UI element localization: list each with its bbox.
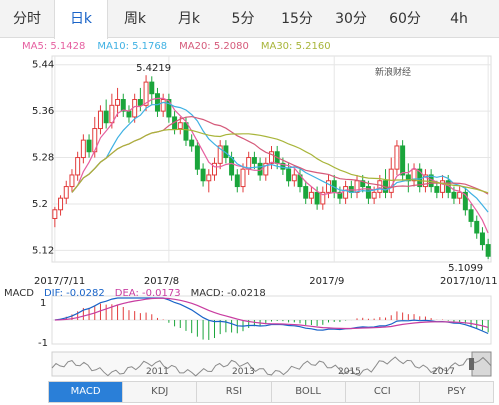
tab-boll[interactable]: BOLL [272, 382, 346, 402]
candle [97, 105, 103, 135]
candle [308, 186, 314, 204]
candle [143, 75, 149, 112]
watermark: 新浪财经 [375, 66, 411, 78]
candle [462, 186, 468, 216]
navigator-year-label: 2013 [232, 367, 255, 377]
candle [120, 93, 126, 117]
candle [200, 163, 206, 187]
ma-lines-layer [71, 97, 489, 234]
candle [479, 227, 485, 251]
candle [251, 151, 257, 170]
macd-dif: DIF: -0.0282 [43, 288, 105, 299]
tab-macd[interactable]: MACD [49, 382, 124, 402]
candle [485, 238, 491, 260]
macd-tick: 1 [40, 298, 46, 309]
y-tick-label: 5.36 [32, 106, 54, 117]
macd-panel: 1 -1 [38, 295, 492, 349]
candle [126, 105, 132, 123]
x-tick-label: 2017/8 [144, 276, 179, 287]
candle [326, 174, 332, 199]
macd-name: MACD [4, 288, 34, 299]
navigator-window[interactable] [471, 351, 492, 377]
candle [234, 169, 240, 193]
macd-tick: -1 [38, 338, 48, 349]
candle [194, 140, 200, 175]
candle [405, 163, 411, 193]
candle [291, 169, 297, 187]
candle [63, 180, 69, 204]
y-tick-label: 5.28 [32, 153, 54, 164]
macd-legend: MACD DIF: -0.0282 DEA: -0.0173 MACD: -0.… [4, 288, 266, 299]
candle [206, 169, 212, 193]
candle [189, 134, 195, 152]
candle [383, 169, 389, 199]
candle [80, 134, 86, 164]
navigator-year-label: 2011 [146, 367, 169, 377]
candle [474, 215, 480, 239]
y-tick-label: 5.2 [32, 199, 48, 210]
candle [320, 186, 326, 210]
candle [269, 145, 274, 170]
macd-value: MACD: -0.0218 [190, 288, 266, 299]
candle [440, 174, 446, 199]
candle [166, 93, 172, 123]
candle [154, 87, 160, 117]
candle [388, 157, 394, 199]
x-tick-label: 2017/7/11 [34, 276, 85, 287]
candle [58, 195, 64, 216]
candle [103, 99, 109, 129]
tab-psy[interactable]: PSY [420, 382, 493, 402]
candle [69, 169, 75, 193]
macd-dea: DEA: -0.0173 [114, 288, 181, 299]
time-navigator: 2011 2013 2015 2017 [51, 351, 492, 377]
navigator-year-label: 2015 [338, 367, 361, 377]
max-price-label: 5.4219 [136, 63, 171, 74]
candle [411, 163, 417, 187]
candle [457, 186, 463, 204]
candle [246, 151, 252, 175]
candle [217, 140, 223, 170]
candle [468, 203, 474, 228]
candle [86, 134, 92, 158]
candle [303, 180, 309, 204]
y-tick-label: 5.12 [32, 245, 54, 256]
min-price-label: 5.1099 [448, 263, 483, 274]
dea-line [54, 297, 489, 330]
indicator-tab-bar: MACD KDJ RSI BOLL CCI PSY [48, 381, 494, 403]
tab-cci[interactable]: CCI [346, 382, 420, 402]
candle [354, 174, 360, 199]
tab-rsi[interactable]: RSI [197, 382, 272, 402]
x-tick-label: 2017/9 [309, 276, 344, 287]
kline-chart[interactable]: 5.44 5.36 5.28 5.2 5.12 2017/7/11 2017/8 2017/9… [0, 0, 499, 405]
candle [75, 151, 81, 181]
candle [394, 140, 400, 175]
y-tick-label: 5.44 [32, 60, 54, 71]
dif-line [54, 297, 489, 335]
candles-layer [52, 75, 491, 260]
candle [160, 93, 166, 117]
candle [343, 180, 349, 204]
candle [52, 206, 58, 228]
x-tick-label: 2017/10/11 [440, 276, 498, 287]
candle [365, 180, 371, 204]
candle [400, 140, 406, 181]
tab-kdj[interactable]: KDJ [123, 382, 198, 402]
navigator-handle-left[interactable] [469, 358, 474, 370]
candle [137, 87, 143, 112]
candle [263, 157, 269, 181]
navigator-year-label: 2017 [432, 367, 455, 377]
candle [211, 157, 217, 181]
